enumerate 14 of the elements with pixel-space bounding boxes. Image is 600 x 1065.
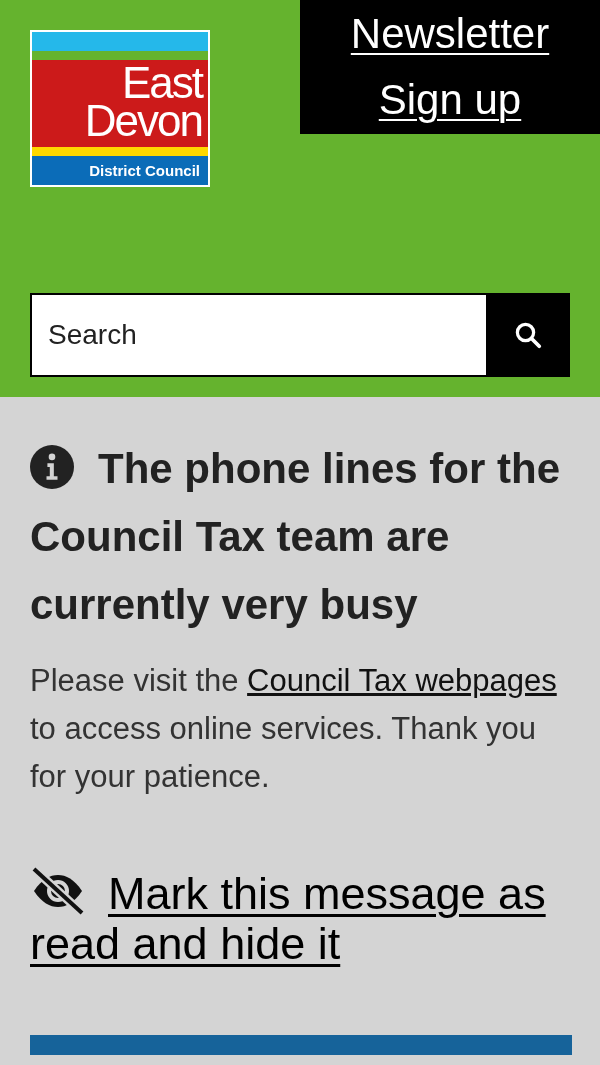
notice-heading: The phone lines for the Council Tax team are currently very busy: [30, 444, 562, 630]
council-tax-link[interactable]: Council Tax webpages: [247, 663, 557, 698]
logo-text: East: [121, 64, 202, 102]
eye-slash-icon: [30, 867, 86, 915]
hide-message-link[interactable]: Mark this message as read and hide it: [30, 867, 570, 969]
logo-text: Devon: [84, 102, 202, 140]
logo-subtitle: District Council: [89, 162, 200, 179]
newsletter-link[interactable]: Newsletter Sign up: [300, 0, 600, 134]
search-field[interactable]: Search: [30, 293, 486, 377]
search-icon: [513, 320, 543, 350]
info-icon: [30, 445, 74, 489]
council-logo[interactable]: East Devon District Council: [30, 30, 210, 187]
search-button[interactable]: [486, 293, 570, 377]
notice-text: Please visit the Council Tax webpages to access online services. Thank you for your patience.: [30, 662, 558, 796]
